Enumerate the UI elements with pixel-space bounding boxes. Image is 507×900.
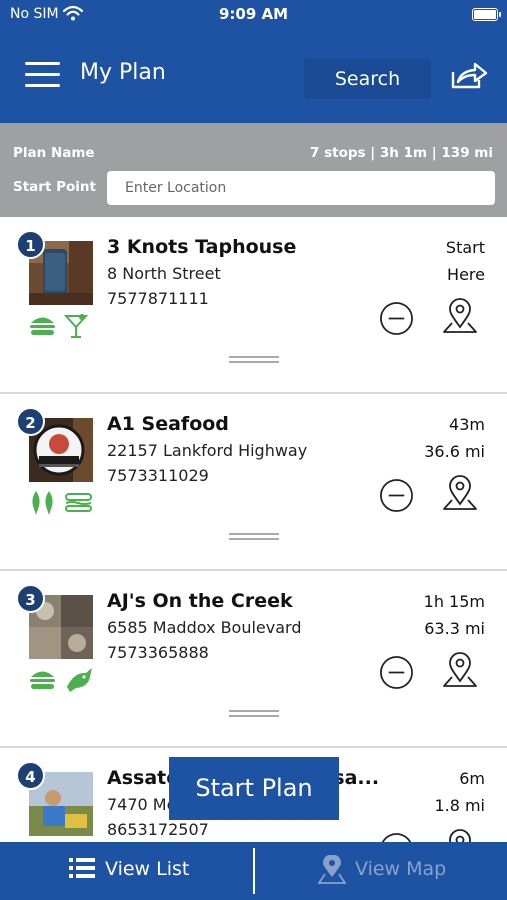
stop-card[interactable]: 1 3 Knots Taphouse 8 North Street 757787… <box>0 217 507 394</box>
map-pin-icon[interactable] <box>442 297 478 337</box>
plan-bar: Plan Name 7 stops | 3h 1m | 139 mi Start… <box>0 123 507 217</box>
stop-distance: 1.8 mi <box>434 796 485 815</box>
bottom-tab-bar: View List View Map <box>0 842 507 900</box>
stop-time: 6m <box>459 769 485 788</box>
stop-distance: 63.3 mi <box>424 619 485 638</box>
stop-time: 43m <box>449 415 485 434</box>
map-pin-icon[interactable] <box>442 651 478 691</box>
stop-distance: Here <box>447 265 485 284</box>
page-title: My Plan <box>80 60 166 85</box>
stop-distance: 36.6 mi <box>424 442 485 461</box>
remove-stop-icon[interactable] <box>379 478 414 513</box>
map-pin-icon[interactable] <box>442 474 478 514</box>
start-point-label: Start Point <box>13 179 96 195</box>
remove-stop-icon[interactable] <box>379 832 414 842</box>
stop-card[interactable]: 2 A1 Seafood 22157 Lankford Highway 7573… <box>0 394 507 571</box>
sandwich-icon <box>65 493 93 512</box>
tab-view-map-label: View Map <box>355 858 447 880</box>
burger-icon <box>30 317 55 335</box>
map-pin-icon[interactable] <box>442 828 478 842</box>
stop-phone[interactable]: 7573365888 <box>107 643 209 662</box>
status-time: 9:09 AM <box>218 5 289 23</box>
drag-handle[interactable] <box>229 533 279 541</box>
stop-number-badge: 1 <box>16 230 45 259</box>
map-pin-icon <box>318 855 346 884</box>
amenity-icons <box>29 313 91 339</box>
stop-number-badge: 4 <box>16 761 45 790</box>
stop-name: A1 Seafood <box>107 413 229 435</box>
amenity-icons <box>29 490 96 516</box>
stop-address: 6585 Maddox Boulevard <box>107 618 302 637</box>
tab-view-list[interactable]: View List <box>0 842 253 900</box>
stop-phone[interactable]: 7573311029 <box>107 466 209 485</box>
menu-button[interactable] <box>25 60 60 88</box>
plan-name-label: Plan Name <box>13 145 95 161</box>
fish-icon <box>67 668 93 692</box>
battery-icon <box>472 8 501 21</box>
remove-stop-icon[interactable] <box>379 301 414 336</box>
start-plan-button[interactable]: Start Plan <box>169 757 339 820</box>
cocktail-icon <box>63 314 89 338</box>
tab-view-map[interactable]: View Map <box>255 842 507 900</box>
tab-view-list-label: View List <box>105 858 190 880</box>
stop-address: 22157 Lankford Highway <box>107 441 308 460</box>
stop-name: 3 Knots Taphouse <box>107 236 297 258</box>
search-button[interactable]: Search <box>304 59 431 99</box>
seafood-icon <box>32 491 53 515</box>
stop-list[interactable]: 1 3 Knots Taphouse 8 North Street 757787… <box>0 217 507 842</box>
share-icon[interactable] <box>449 60 489 92</box>
start-location-input[interactable] <box>107 171 495 205</box>
drag-handle[interactable] <box>229 356 279 364</box>
stop-number-badge: 3 <box>16 584 45 613</box>
list-icon <box>69 858 95 878</box>
top-header: No SIM 9:09 AM My Plan Search <box>0 0 507 123</box>
stop-address: 7470 Me <box>107 795 177 814</box>
stop-phone[interactable]: 7577871111 <box>107 289 209 308</box>
stop-card[interactable]: 3 AJ's On the Creek 6585 Maddox Boulevar… <box>0 571 507 748</box>
status-bar: No SIM 9:09 AM <box>0 0 507 30</box>
stop-address: 8 North Street <box>107 264 221 283</box>
remove-stop-icon[interactable] <box>379 655 414 690</box>
plan-summary: 7 stops | 3h 1m | 139 mi <box>310 145 493 161</box>
stop-time: Start <box>445 238 485 257</box>
stop-time: 1h 15m <box>423 592 485 611</box>
stop-phone[interactable]: 8653172507 <box>107 820 209 839</box>
burger-icon <box>30 671 55 689</box>
drag-handle[interactable] <box>229 710 279 718</box>
stop-name: AJ's On the Creek <box>107 590 293 612</box>
stop-number-badge: 2 <box>16 407 45 436</box>
amenity-icons <box>29 667 97 693</box>
